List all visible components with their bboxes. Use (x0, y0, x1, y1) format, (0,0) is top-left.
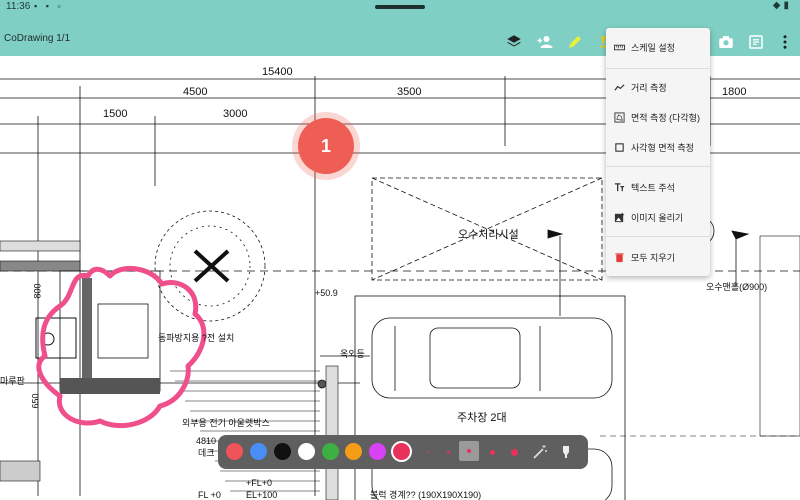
layers-icon[interactable] (504, 32, 524, 52)
menu-item-clear-all[interactable]: 모두 지우기 (606, 246, 710, 268)
status-notification-icons: ▪ ▪ ▫ (34, 1, 64, 11)
dimension-1800: 1800 (722, 86, 747, 98)
menu-item-distance-measure[interactable]: 거리 측정 (606, 76, 710, 98)
color-purple[interactable] (369, 443, 386, 460)
highlighter-icon[interactable] (558, 444, 574, 460)
dimension-4500: 4500 (183, 86, 208, 98)
image-upload-icon (613, 211, 625, 223)
status-system-icons: ◆▮ (772, 0, 792, 11)
magic-wand-icon[interactable] (532, 444, 548, 460)
dimension-3500: 3500 (397, 86, 422, 98)
camera-pill (375, 5, 425, 9)
menu-divider (606, 68, 710, 69)
menu-divider (606, 236, 710, 237)
brush-size-m[interactable] (459, 441, 479, 461)
dimension-1500: 1500 (103, 108, 128, 120)
menu-item-scale-setting[interactable]: 스케일 설정 (606, 36, 710, 58)
color-orange[interactable] (345, 443, 362, 460)
tools-dropdown-menu: 스케일 설정 거리 측정 면적 측정 (다각형) 사각형 면적 측정 텍스트 주… (606, 28, 710, 276)
measure-line-icon (613, 81, 625, 93)
color-red[interactable] (226, 443, 243, 460)
menu-item-area-polygon[interactable]: 면적 측정 (다각형) (606, 106, 710, 128)
more-vert-icon[interactable] (775, 32, 795, 52)
pencil-icon[interactable] (565, 32, 585, 52)
brush-size-s[interactable] (440, 444, 456, 460)
label-septic: 오수처리시설 (458, 229, 519, 241)
label-floor: 마루판 (0, 376, 25, 386)
add-user-icon[interactable] (535, 32, 555, 52)
brush-size-xs[interactable] (420, 444, 436, 460)
camera-icon[interactable] (716, 32, 736, 52)
marker-badge[interactable]: 1 (298, 118, 354, 174)
label-fl2: FL +0 (198, 490, 221, 500)
menu-item-text-note[interactable]: 텍스트 주석 (606, 176, 710, 198)
dimension-4810: 4810 (196, 436, 217, 446)
status-time: 11:36 (6, 1, 31, 12)
ruler-icon (613, 41, 625, 53)
trash-icon (613, 251, 625, 263)
color-black[interactable] (274, 443, 291, 460)
dimension-total: 15400 (262, 66, 293, 78)
label-outdoor-light: 옥외등 (340, 349, 365, 359)
menu-divider (606, 166, 710, 167)
drawing-palette (218, 435, 588, 469)
brush-size-l[interactable] (484, 444, 500, 460)
polygon-area-icon (613, 111, 625, 123)
text-icon (613, 181, 625, 193)
color-pink[interactable] (393, 443, 410, 460)
label-insulation: 동파방지용 ?전 설치 (158, 333, 235, 343)
label-block: 블럭 경계?? (190X190X190) (370, 490, 482, 500)
dimension-650: 650 (30, 393, 41, 409)
label-parking: 주차장 2대 (457, 412, 507, 424)
menu-item-image-upload[interactable]: 이미지 올리기 (606, 206, 710, 228)
app-title: CoDrawing 1/1 (4, 33, 71, 44)
color-blue[interactable] (250, 443, 267, 460)
label-el: EL+100 (246, 490, 278, 500)
label-level: +50.9 (315, 288, 338, 298)
color-green[interactable] (322, 443, 339, 460)
rectangle-area-icon (613, 141, 625, 153)
label-deck: 데크 (198, 448, 215, 458)
dimension-3000: 3000 (223, 108, 248, 120)
status-bar: 11:36 ▪ ▪ ▫ ◆▮ (0, 0, 800, 14)
label-fl: +FL+0 (246, 478, 273, 488)
document-icon[interactable] (746, 32, 766, 52)
menu-item-area-rectangle[interactable]: 사각형 면적 측정 (606, 136, 710, 158)
brush-size-xl[interactable] (506, 444, 522, 460)
label-outlet: 외부용 전기 아울렛박스 (182, 418, 270, 428)
label-sewer-manhole: 오수맨홀(Ø900) (706, 282, 768, 292)
dimension-800: 800 (32, 283, 43, 299)
color-white[interactable] (298, 443, 315, 460)
